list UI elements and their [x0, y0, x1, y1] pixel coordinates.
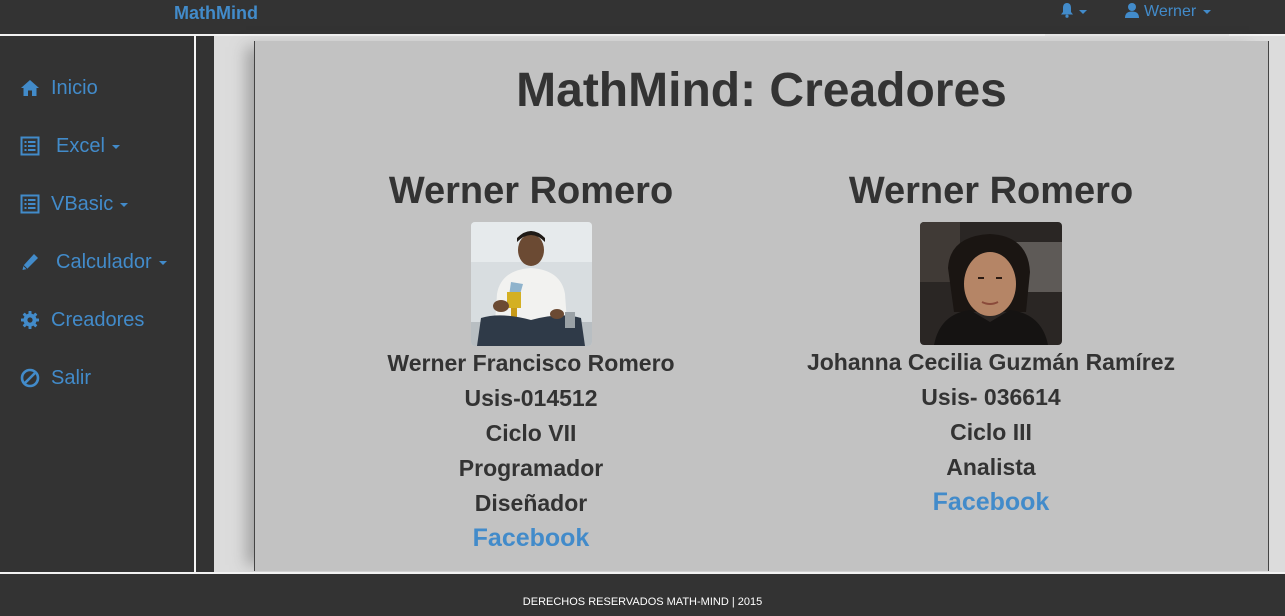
creator-full-name: Johanna Cecilia Guzmán Ramírez	[806, 349, 1176, 375]
creator-card: Werner Romero Werner Francisco Romero Us…	[331, 170, 731, 556]
sidebar-item-calculador[interactable]: Calculador	[20, 250, 167, 274]
user-icon	[1124, 2, 1140, 23]
creator-role: Diseñador	[474, 490, 588, 516]
creator-photo	[470, 222, 592, 346]
footer-copyright: DERECHOS RESERVADOS MATH-MIND | 2015	[522, 596, 763, 608]
user-name-label: Werner	[1144, 3, 1197, 20]
chevron-down-icon	[1079, 10, 1087, 14]
chevron-down-icon	[111, 145, 120, 149]
page-title: MathMind: Creadores	[516, 64, 1007, 117]
home-icon	[20, 78, 40, 98]
notifications-dropdown[interactable]	[1060, 2, 1087, 23]
top-navbar: MathMind Werner	[0, 0, 1285, 34]
creator-role: Programador	[458, 455, 604, 481]
sidebar-item-vbasic[interactable]: VBasic	[20, 192, 129, 216]
creator-heading: Werner Romero	[848, 170, 1134, 212]
brand-logo-link[interactable]: MathMind	[174, 3, 258, 23]
facebook-link[interactable]: Facebook	[331, 521, 731, 556]
creator-role: Analista	[946, 454, 1036, 480]
footer	[0, 572, 1285, 616]
list-icon	[20, 194, 40, 214]
list-icon	[20, 136, 40, 156]
sidebar	[0, 36, 194, 572]
chevron-down-icon	[158, 261, 167, 265]
pencil-icon	[20, 252, 40, 272]
sidebar-item-inicio[interactable]: Inicio	[20, 76, 98, 100]
chevron-down-icon	[1203, 10, 1212, 14]
sidebar-item-label: Salir	[51, 367, 92, 389]
creator-id: Usis-014512	[464, 385, 598, 411]
user-menu-dropdown[interactable]: Werner	[1124, 2, 1212, 23]
chevron-down-icon	[120, 203, 129, 207]
sidebar-item-salir[interactable]: Salir	[20, 366, 91, 390]
sidebar-item-label: Inicio	[51, 77, 98, 99]
gear-icon	[20, 310, 40, 330]
sidebar-item-label: Creadores	[51, 309, 145, 331]
ban-icon	[20, 368, 40, 388]
bell-icon	[1060, 2, 1074, 23]
sidebar-item-creadores[interactable]: Creadores	[20, 308, 144, 332]
creator-card: Werner Romero Johanna Cecilia Guzmán Ram…	[781, 170, 1201, 520]
creator-cycle: Ciclo III	[950, 419, 1032, 445]
creator-cycle: Ciclo VII	[485, 420, 577, 446]
sidebar-item-label: Excel	[56, 135, 105, 157]
sidebar-divider	[194, 36, 196, 572]
creator-photo	[920, 222, 1062, 345]
sidebar-item-excel[interactable]: Excel	[20, 134, 120, 158]
facebook-link[interactable]: Facebook	[781, 485, 1201, 520]
footer-divider	[0, 572, 1285, 574]
creator-id: Usis- 036614	[921, 384, 1061, 410]
creator-full-name: Werner Francisco Romero	[387, 350, 675, 376]
sidebar-item-label: Calculador	[56, 251, 152, 273]
sidebar-item-label: VBasic	[51, 193, 114, 215]
creator-heading: Werner Romero	[388, 170, 674, 212]
